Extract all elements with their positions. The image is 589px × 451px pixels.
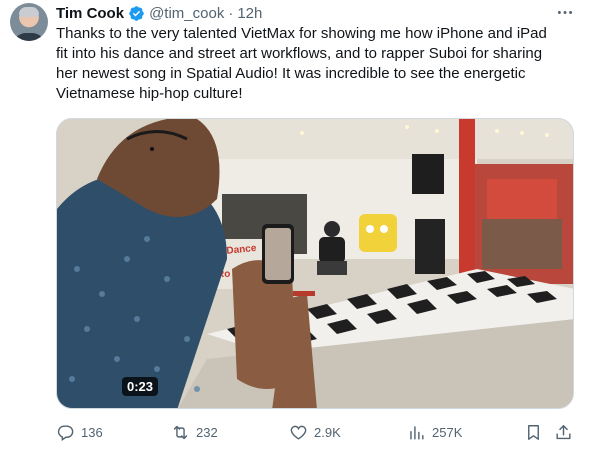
repost-icon [173,425,188,439]
views-count: 257K [432,424,463,440]
views-icon [410,425,424,440]
share-button[interactable] [554,420,573,444]
reply-button[interactable]: 136 [56,420,103,444]
video-frame: Beb Dance Ro [57,119,573,408]
views-button[interactable]: 257K [407,420,462,444]
like-count: 2.9K [314,424,341,440]
timestamp[interactable]: 12h [237,5,262,22]
avatar[interactable] [10,3,48,41]
more-icon[interactable] [555,4,575,20]
reply-icon [57,424,74,441]
bookmark-button[interactable] [524,420,543,444]
tweet-text: Thanks to the very talented VietMax for … [56,24,578,104]
repost-count: 232 [196,424,218,440]
repost-button[interactable]: 232 [171,420,218,444]
tweet-text-line: Thanks to the very talented VietMax for … [56,25,547,42]
tweet-text-line: her newest song in Spatial Audio! It was… [56,65,526,82]
reply-count: 136 [81,424,103,440]
author-handle[interactable]: @tim_cook [149,5,224,22]
video-duration: 0:23 [122,377,159,396]
tweet-text-line: Vietnamese hip-hop culture! [56,85,243,102]
author-name[interactable]: Tim Cook [56,5,124,22]
like-button[interactable]: 2.9K [289,420,341,444]
verified-icon [128,5,145,22]
tweet-text-line: fit into his dance and street art workfl… [56,45,543,62]
share-icon [556,424,571,439]
bookmark-icon [528,424,539,440]
action-bar: 136 232 2.9K 257K [56,420,578,444]
tweet-header: Tim Cook @tim_cook · 12h [56,3,262,23]
separator: · [228,4,234,22]
like-icon [290,425,307,440]
video-player[interactable]: Beb Dance Ro 0:23 [56,118,574,409]
